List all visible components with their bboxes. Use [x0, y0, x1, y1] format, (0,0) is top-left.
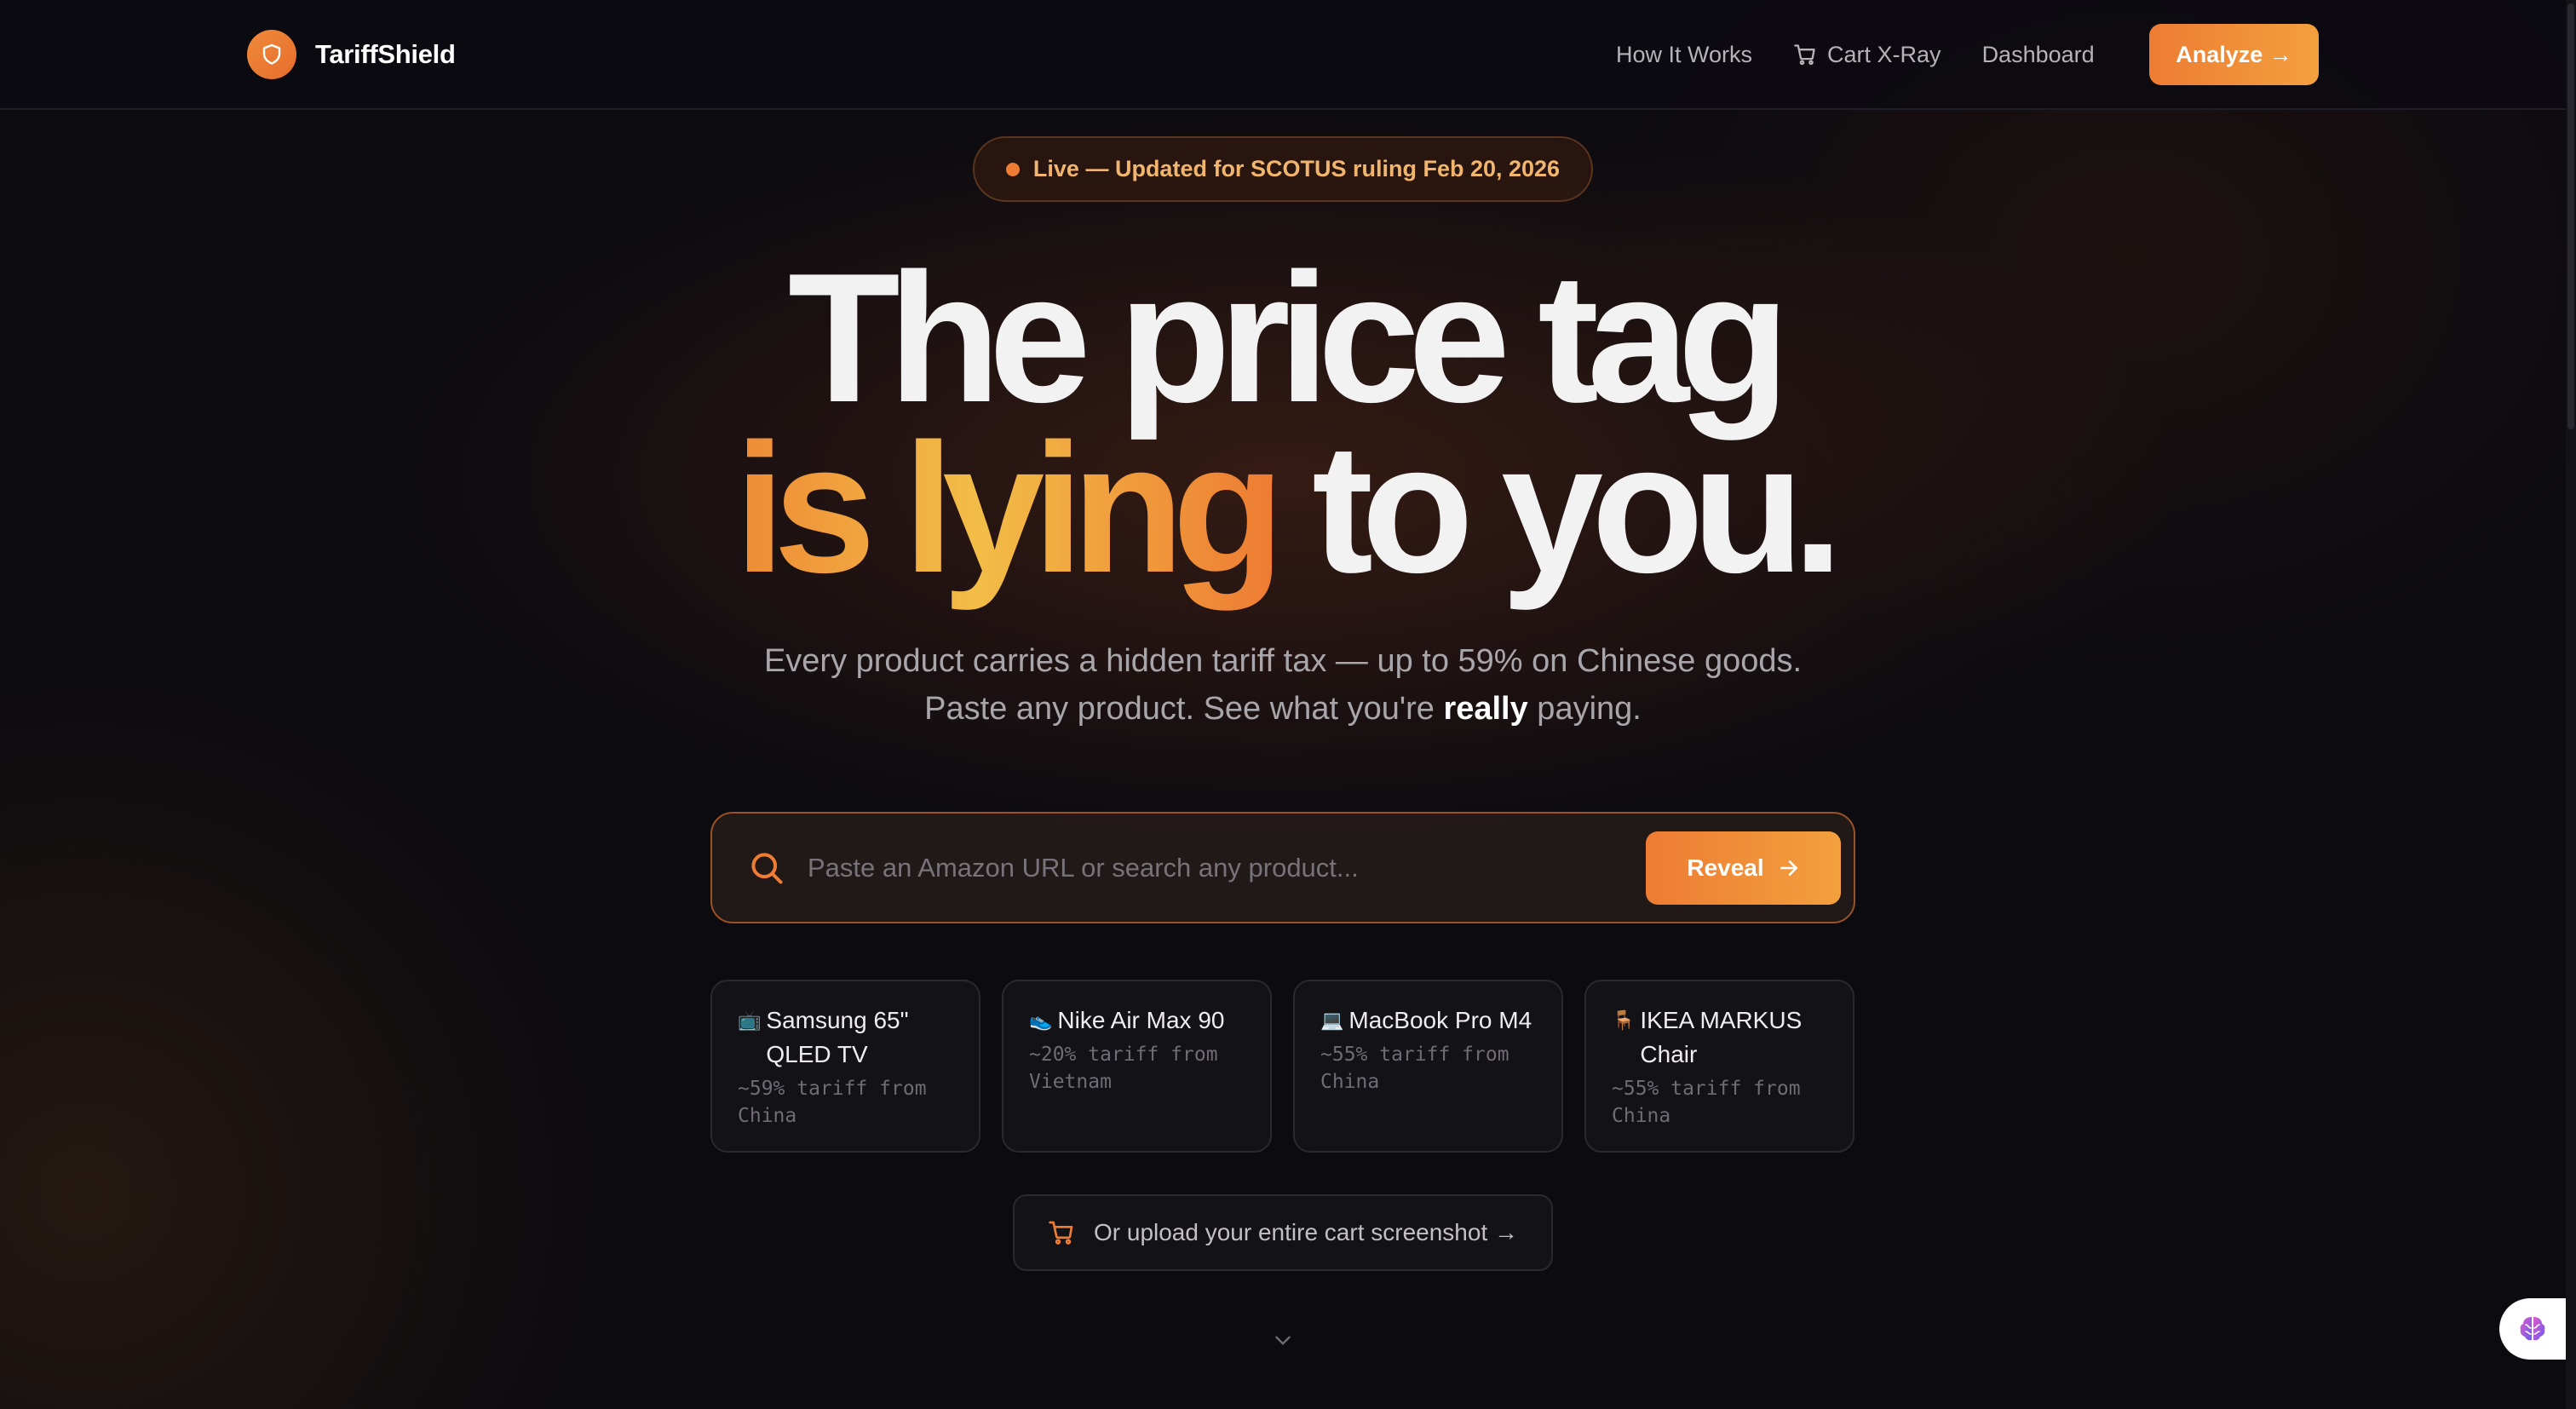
- cart-icon: [1049, 1221, 1073, 1245]
- nav-links: How It Works Cart X-Ray Dashboard: [1616, 34, 2136, 75]
- headline-line-2: is lying to you.: [0, 416, 2566, 600]
- analyze-button[interactable]: Analyze →: [2149, 24, 2319, 85]
- brand-logo[interactable]: TariffShield: [247, 29, 456, 80]
- nav-link-dashboard[interactable]: Dashboard: [1982, 42, 2095, 68]
- subtitle-line-2-post: paying.: [1527, 691, 1642, 727]
- live-dot-icon: [1005, 162, 1020, 176]
- product-card-title: 🪑 IKEA MARKUS Chair: [1612, 1004, 1827, 1072]
- headline-line-2-rest: to you.: [1312, 405, 1843, 611]
- product-card-title: 👟 Nike Air Max 90: [1029, 1004, 1245, 1038]
- subtitle-line-2-pre: Paste any product. See what you're: [924, 691, 1444, 727]
- subtitle-line-2: Paste any product. See what you're reall…: [0, 685, 2566, 733]
- upload-cart-label: Or upload your entire cart screenshot →: [1093, 1219, 1518, 1245]
- laptop-icon: 💻: [1320, 1009, 1344, 1031]
- hero-subtitle: Every product carries a hidden tariff ta…: [0, 637, 2566, 733]
- product-search-bar: Reveal: [710, 812, 1855, 923]
- headline-line-1: The price tag: [787, 234, 1790, 440]
- subtitle-line-1: Every product carries a hidden tariff ta…: [763, 643, 1803, 679]
- brain-icon: [2520, 1317, 2545, 1341]
- product-name: MacBook Pro M4: [1348, 1007, 1532, 1033]
- product-tariff-detail: ~20% tariff from Vietnam: [1029, 1044, 1218, 1093]
- reveal-button[interactable]: Reveal: [1646, 831, 1841, 905]
- hero-headline: The price tag is lying to you.: [0, 234, 2566, 600]
- search-input[interactable]: [808, 843, 1489, 894]
- product-card-title: 💻 MacBook Pro M4: [1320, 1004, 1536, 1038]
- reveal-button-label: Reveal: [1687, 854, 1764, 881]
- live-update-badge: Live — Updated for SCOTUS ruling Feb 20,…: [973, 136, 1593, 202]
- nav-link-cart-x-ray[interactable]: Cart X-Ray: [1793, 42, 1941, 68]
- product-name: Nike Air Max 90: [1057, 1007, 1225, 1033]
- product-tariff-detail: ~59% tariff from China: [738, 1078, 927, 1127]
- nav-link-how-it-works[interactable]: How It Works: [1616, 42, 1752, 68]
- brand-name: TariffShield: [315, 39, 456, 69]
- search-icon: [751, 853, 783, 884]
- product-card-macbook-pro[interactable]: 💻 MacBook Pro M4 ~55% tariff from China: [1293, 980, 1563, 1153]
- assistant-fab[interactable]: [2499, 1298, 2566, 1360]
- shield-icon: [247, 30, 296, 79]
- chair-icon: 🪑: [1612, 1009, 1636, 1031]
- product-name: Samsung 65" QLED TV: [766, 1007, 909, 1067]
- arrow-right-icon: [1780, 860, 1797, 876]
- chevron-down-icon[interactable]: [1272, 1329, 1294, 1351]
- product-card-ikea-chair[interactable]: 🪑 IKEA MARKUS Chair ~55% tariff from Chi…: [1584, 980, 1854, 1153]
- upload-cart-button[interactable]: Or upload your entire cart screenshot →: [1013, 1194, 1553, 1271]
- tv-icon: 📺: [738, 1009, 762, 1031]
- nav-link-cart-x-ray-label: Cart X-Ray: [1827, 41, 1941, 67]
- shoe-icon: 👟: [1029, 1009, 1053, 1031]
- product-card-title: 📺 Samsung 65" QLED TV: [738, 1004, 953, 1072]
- subtitle-emphasis: really: [1443, 691, 1528, 727]
- product-tariff-detail: ~55% tariff from China: [1320, 1044, 1509, 1093]
- top-navbar: TariffShield How It Works Cart X-Ray Das…: [0, 0, 2566, 110]
- product-tariff-detail: ~55% tariff from China: [1612, 1078, 1801, 1127]
- product-card-nike-air-max[interactable]: 👟 Nike Air Max 90 ~20% tariff from Vietn…: [1002, 980, 1272, 1153]
- live-badge-text: Live — Updated for SCOTUS ruling Feb 20,…: [1032, 156, 1561, 181]
- cart-icon: [1794, 44, 1815, 66]
- product-card-samsung-tv[interactable]: 📺 Samsung 65" QLED TV ~59% tariff from C…: [710, 980, 980, 1153]
- scrollbar-thumb[interactable]: [2567, 3, 2574, 429]
- headline-highlight: is lying: [733, 405, 1285, 611]
- product-name: IKEA MARKUS Chair: [1640, 1007, 1803, 1067]
